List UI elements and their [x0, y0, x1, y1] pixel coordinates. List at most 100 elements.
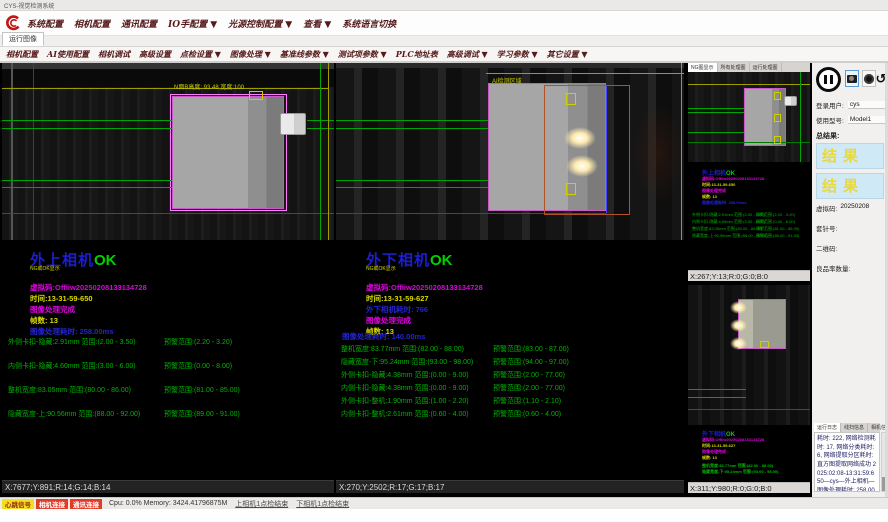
log-tabs: 运行日志 线扫信息 相机信息 [814, 423, 880, 432]
login-user-value: cys [848, 101, 885, 109]
left-measurement-list: 外侧卡扣-隐藏:2.91mm 范围:(2.00 - 3.50) 预警范围:(2.… [8, 337, 332, 433]
measurement-row: 隐藏宽度-上:90.56mm 范围:(88.00 - 92.00) 预警范围:(… [692, 233, 809, 240]
thumb-lower-image[interactable] [688, 285, 810, 425]
thumb-view-upper: 外上相机OK 虚拟码:Offliw20250208133134728 时间:13… [688, 72, 810, 281]
menu-item[interactable]: 光源控制配置 ▼ [228, 17, 292, 30]
grab-time-line: 外下相机耗时: 766 [366, 304, 428, 315]
measurement-row: 隐藏宽度-上:90.56mm 范围:(88.00 - 92.00) 预警范围:(… [8, 409, 332, 433]
measure-line-vertical [800, 72, 801, 162]
measurement-row: 内侧卡扣-隐藏:4.60mm 范围:(3.00 - 6.00) 预警范围:(0.… [692, 219, 809, 226]
toolbar-item[interactable]: AI使用配置 [47, 49, 89, 60]
upper-camera-check-message: 上相机1点检结束 [235, 499, 288, 509]
left-camera-image[interactable]: N面B高度: 93.48 宽度:100 [2, 63, 334, 240]
camera-view-button[interactable] [845, 70, 859, 87]
menu-item[interactable]: 相机配置 [74, 17, 110, 30]
measurement-row: 外侧卡扣-隐藏:4.38mm 范围:(0.00 - 9.00) 预警范围:(2.… [341, 370, 682, 383]
measurement-value: 整机宽度:83.77mm 范围:(82.00 - 88.00) [341, 344, 464, 354]
toolbar-item[interactable]: 高级调试 ▼ [447, 49, 488, 60]
login-user-label: 登录用户: [816, 100, 844, 110]
toolbar-item[interactable]: 相机配置 [6, 49, 38, 60]
menu-item[interactable]: IO手配置 ▼ [168, 17, 217, 30]
elapsed-line: 图像处理耗时: 258.00ms [30, 326, 113, 337]
toolbar-item[interactable]: 相机调试 [98, 49, 130, 60]
menu-item[interactable]: 查看 ▼ [303, 17, 331, 30]
toolbar-item[interactable]: 图像处理 ▼ [230, 49, 271, 60]
measurement-row: 外侧卡扣-整机:1.90mm 范围:(1.00 - 2.20) 预警范围:(1.… [341, 396, 682, 409]
toolbar-item[interactable]: PLC地址表 [396, 49, 438, 60]
menu-item[interactable]: 通讯配置 [121, 17, 157, 30]
process-done-line: 图像处理完成 [366, 315, 411, 326]
model-row: 使用型号: Model1 [816, 115, 885, 125]
frame-count-line: 帧数: 13 [30, 315, 58, 326]
side-view-tabs: NG图显示 所有处理图 运行处理图 [688, 63, 810, 72]
comm-link-badge: 通讯连接 [70, 499, 102, 509]
toolbar-item[interactable]: 其它设置 ▼ [547, 49, 588, 60]
toolbar-item[interactable]: 高级设置 [139, 49, 171, 60]
thumb-upper-image[interactable] [688, 72, 810, 162]
measure-line [688, 397, 746, 398]
measure-line [688, 108, 744, 109]
warning-range: 预警范围:(2.00 - 77.00) [493, 383, 565, 393]
measure-line [336, 180, 488, 181]
needle-row: 套针号: [816, 223, 884, 243]
pixel-coordinate-readout: X:7677;Y:891;R:14;G:14;B:14 [2, 480, 334, 493]
measure-line [688, 112, 744, 113]
log-tab-run[interactable]: 运行日志 [814, 423, 841, 432]
measurement-row: 隐藏宽度-下:95.24mm 范围:(93.00 - 98.00) 预警范围:(… [341, 357, 682, 370]
qr-label: 二维码: [816, 243, 837, 253]
pixel-coordinate-readout: X:270;Y:2502;R:17;G:17;B:17 [336, 480, 684, 493]
virtual-code-row: 虚拟码: 20250208 [816, 203, 884, 223]
log-text-area[interactable]: 耗时: 222, 网络检测耗时: 17, 网络分类耗时: 6, 网络提取分区耗时… [814, 432, 880, 492]
reference-line [688, 84, 810, 85]
roi-marker-box [249, 91, 263, 100]
menu-item[interactable]: 系统配置 [27, 17, 63, 30]
measurement-row: 外侧卡扣-隐藏:2.91mm 范围:(2.00 - 3.50) 预警范围:(2.… [8, 337, 332, 361]
toolbar-item[interactable]: 测试项参数 ▼ [338, 49, 387, 60]
measurement-value: 内侧卡扣-隐藏:4.60mm 范围:(3.00 - 6.00) [8, 361, 136, 371]
side-tab-ng[interactable]: NG图显示 [688, 63, 718, 72]
warning-range: 预警范围:(0.60 - 4.00) [493, 409, 561, 419]
measurement-value: 隐藏宽度-下:95.24mm 范围:(93.00 - 98.00) [702, 469, 778, 475]
lower-camera-image[interactable]: AI检测区域 [336, 63, 684, 240]
highlight-glow [730, 301, 747, 314]
status-bar: 心跳信号 相机连接 通讯连接 Cpu: 0.0% Memory: 3424.41… [0, 497, 888, 509]
measurement-value: 外侧卡扣-隐藏:4.38mm 范围:(0.00 - 9.00) [341, 370, 469, 380]
measurement-value: 隐藏宽度-下:95.24mm 范围:(93.00 - 98.00) [341, 357, 473, 367]
side-tab-run[interactable]: 运行处理图 [750, 63, 782, 72]
highlight-glow [730, 337, 747, 350]
tab-run-image[interactable]: 运行图像 [2, 32, 44, 46]
measure-line [688, 389, 746, 390]
roi-marker-box [774, 136, 781, 144]
main-area: N面B高度: 93.48 宽度:100 外上相机OK NG或OK显示 虚拟码:O… [0, 63, 888, 497]
virtual-code-label: 虚拟码: [816, 203, 837, 213]
yield-count-row: 良品率数量: [816, 263, 884, 283]
measurement-row: 整机宽度:83.77mm 范围:(82.00 - 88.00) 预警范围:(83… [341, 344, 682, 357]
reference-line [486, 73, 684, 74]
toolbar-item[interactable]: 基准线参数 ▼ [280, 49, 329, 60]
heartbeat-badge: 心跳信号 [2, 499, 34, 509]
log-tab-linescan[interactable]: 线扫信息 [841, 423, 868, 432]
warning-range: 预警范围:(81.00 - 85.00) [164, 385, 240, 395]
result-ok-text: OK [430, 252, 453, 269]
pause-button[interactable] [816, 67, 841, 92]
window-title: CYS-视觉检测系统 [4, 1, 54, 10]
view-tab-row: 运行图像 [0, 36, 888, 47]
process-done-line: 图像处理完成 [30, 304, 75, 315]
roi-label: AI检测区域 [492, 76, 522, 85]
menu-item[interactable]: 系统语言切换 [342, 17, 396, 30]
warning-range: 预警范围:(94.00 - 97.00) [493, 357, 569, 367]
warning-range: 预警范围:(0.00 - 8.00) [164, 361, 232, 371]
toolbar-item[interactable]: 学习参数 ▼ [497, 49, 538, 60]
measure-line [688, 409, 810, 410]
machine-shadow [2, 69, 334, 87]
warning-range: 预警范围:(81.00 - 85.00) [756, 226, 799, 232]
toolbar-item[interactable]: 点检设置 ▼ [180, 49, 221, 60]
measurement-value: 隐藏宽度-上:90.56mm 范围:(88.00 - 92.00) [8, 409, 140, 419]
login-user-row: 登录用户: cys [816, 100, 885, 110]
warning-range: 预警范围:(2.00 - 77.00) [493, 370, 565, 380]
reference-line-vertical [681, 63, 682, 240]
virtual-code-value: 20250208 [840, 203, 869, 210]
pause-icon [830, 75, 833, 84]
side-tab-all[interactable]: 所有处理图 [718, 63, 750, 72]
result-box-upper: 结果 [816, 143, 884, 169]
